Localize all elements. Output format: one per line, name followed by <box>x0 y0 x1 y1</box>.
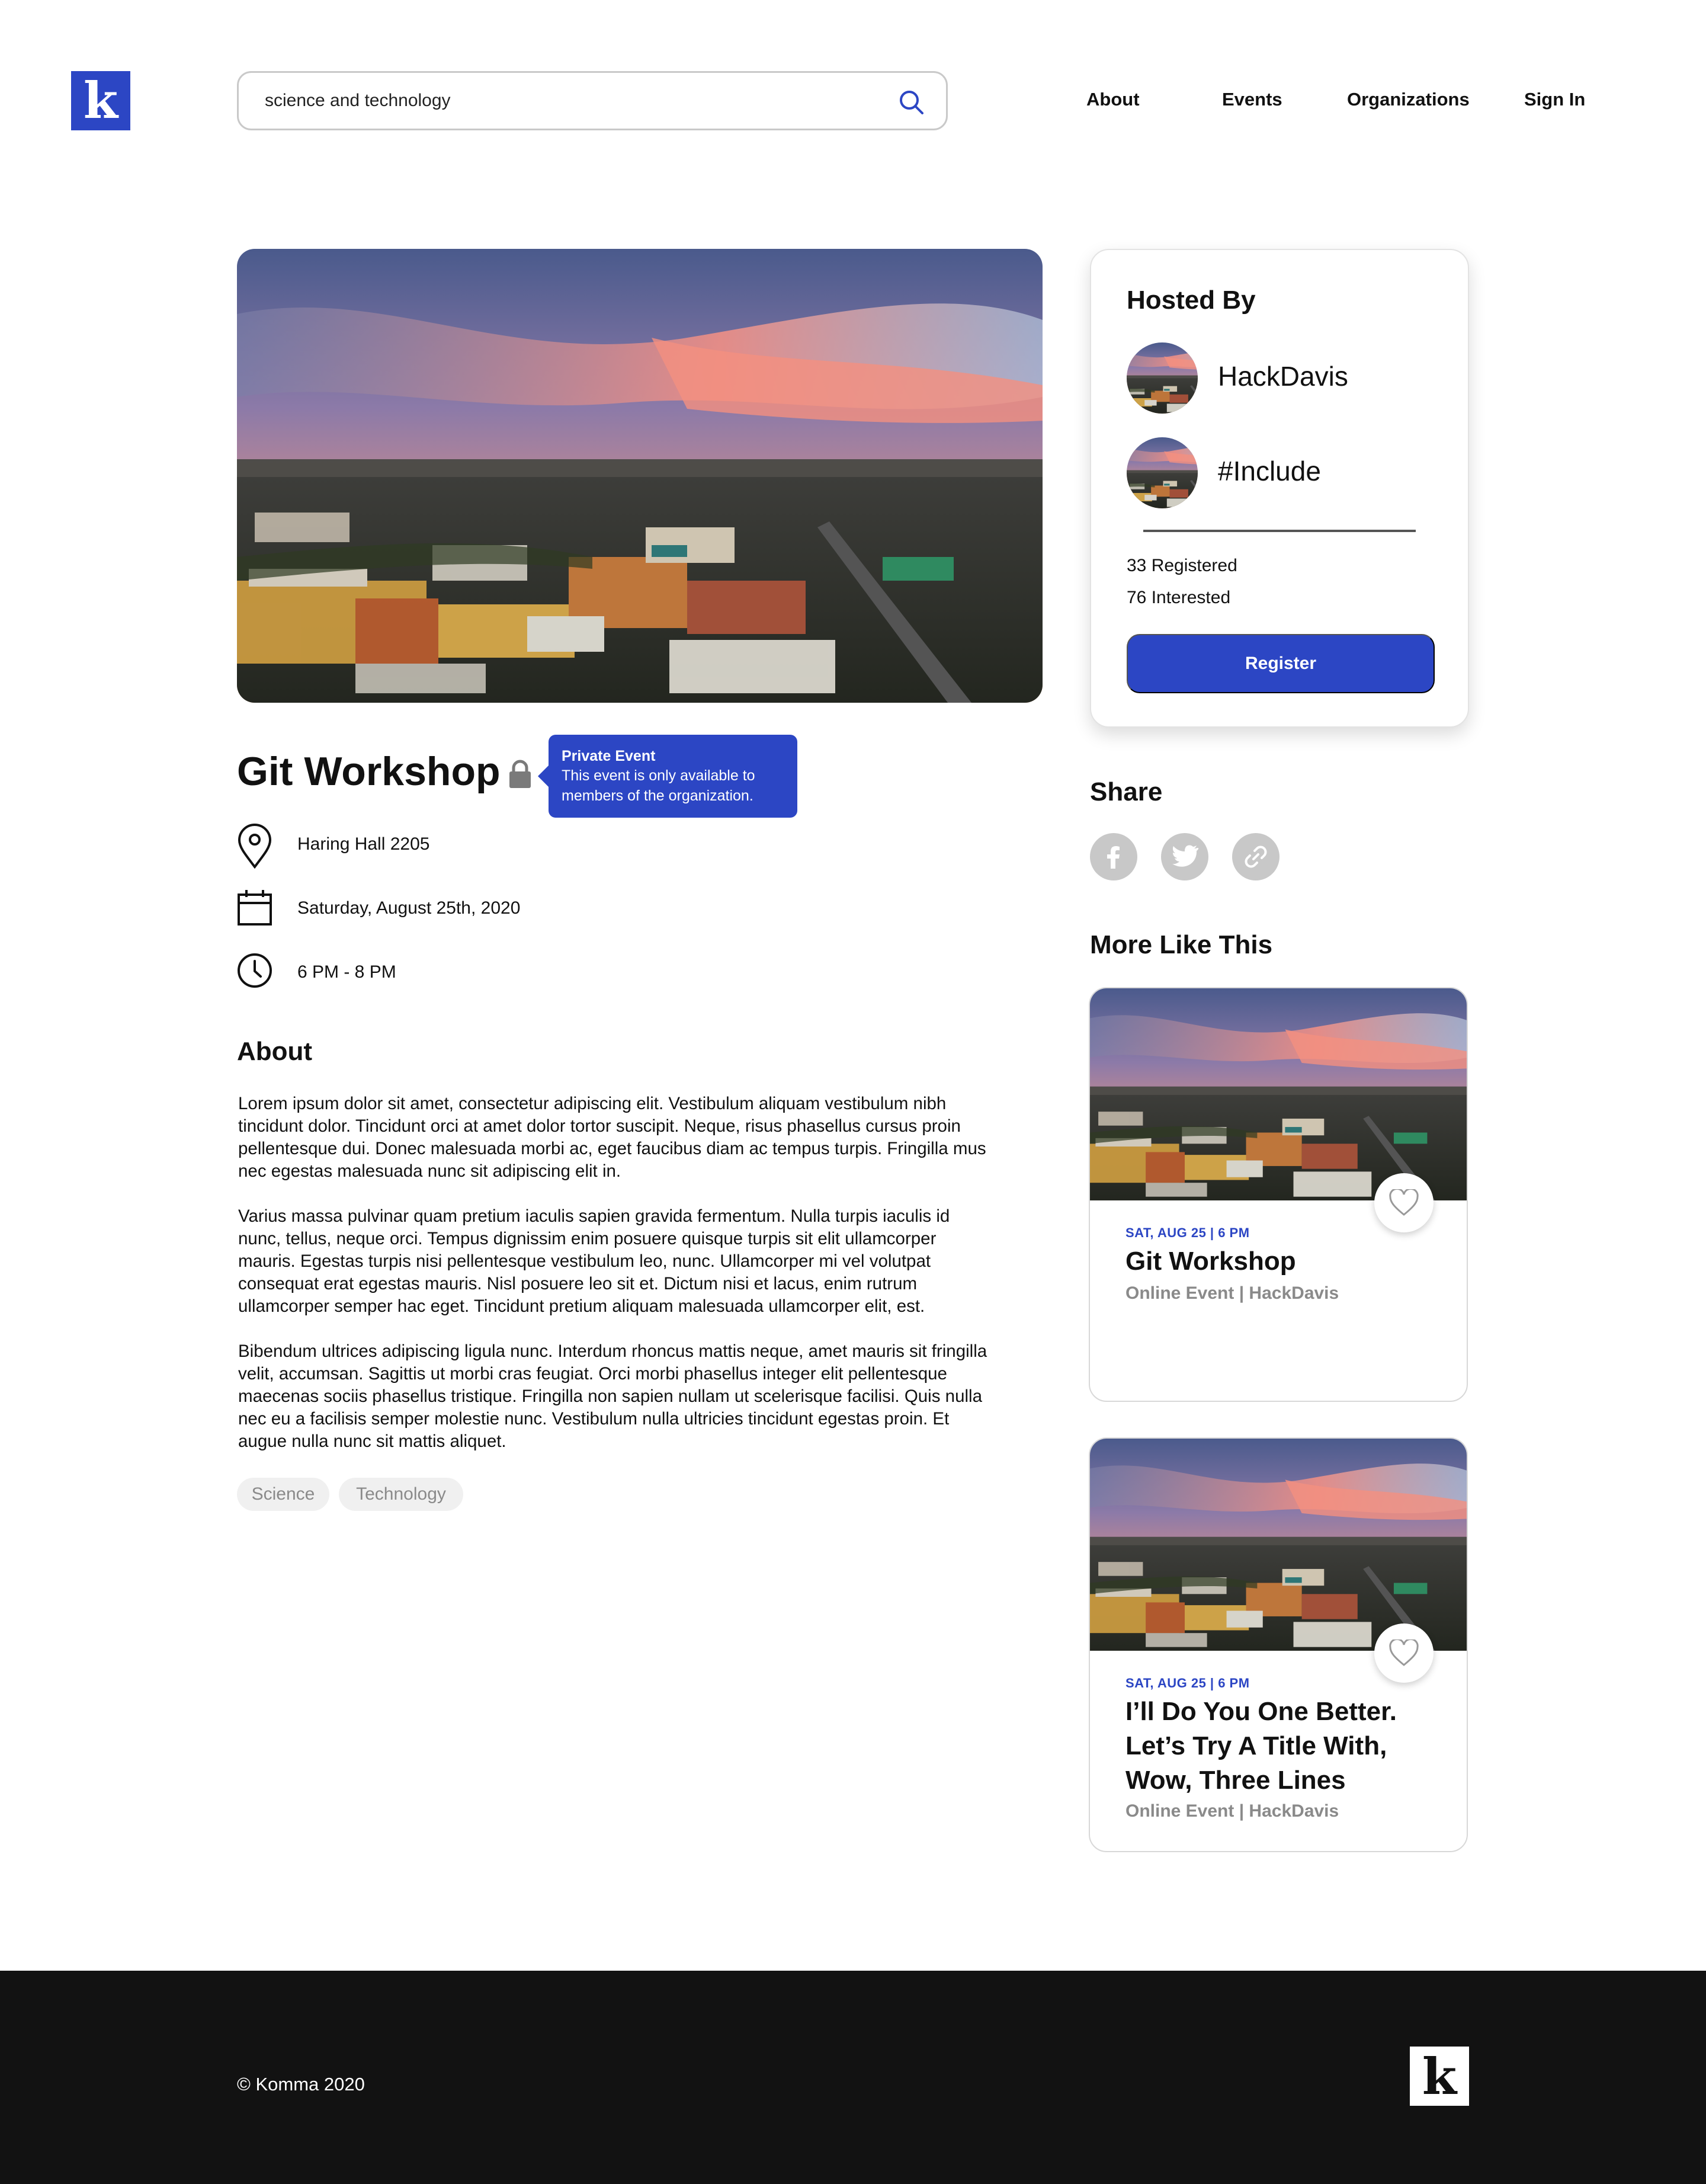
search-icon[interactable] <box>897 88 926 117</box>
private-event-tooltip: Private Event This event is only availab… <box>538 735 797 818</box>
event-time: 6 PM - 8 PM <box>297 962 396 982</box>
avatar[interactable] <box>1127 437 1198 508</box>
host-name-include[interactable]: #Include <box>1218 455 1321 487</box>
card-date: SAT, AUG 25 | 6 PM <box>1125 1676 1250 1690</box>
calendar-icon <box>238 890 272 926</box>
lock-icon[interactable] <box>508 760 532 789</box>
nav-sign-in[interactable]: Sign In <box>1524 89 1585 110</box>
card-subtitle: Online Event | HackDavis <box>1125 1801 1339 1821</box>
about-paragraph-1: Lorem ipsum dolor sit amet, consectetur … <box>238 1094 986 1181</box>
about-paragraph-3: Bibendum ultrices adipiscing ligula nunc… <box>238 1341 987 1451</box>
copyright: © Komma 2020 <box>237 2074 365 2095</box>
footer-logo[interactable]: k <box>1410 2047 1469 2106</box>
facebook-icon[interactable] <box>1090 833 1137 880</box>
card-subtitle: Online Event | HackDavis <box>1125 1283 1339 1303</box>
tooltip-line: This event is only available to <box>562 767 755 784</box>
nav-organizations[interactable]: Organizations <box>1347 89 1470 110</box>
card-date: SAT, AUG 25 | 6 PM <box>1125 1225 1250 1240</box>
avatar[interactable] <box>1127 342 1198 414</box>
heart-icon[interactable] <box>1374 1173 1434 1232</box>
heart-icon[interactable] <box>1374 1623 1434 1683</box>
nav-events[interactable]: Events <box>1222 89 1282 110</box>
search-bar[interactable]: science and technology <box>237 71 948 130</box>
card-title[interactable]: Git Workshop <box>1125 1244 1445 1279</box>
interested-count: 76 Interested <box>1127 588 1231 607</box>
divider <box>1143 530 1416 532</box>
event-card[interactable]: SAT, AUG 25 | 6 PM I’ll Do You One Bette… <box>1089 1437 1468 1852</box>
event-card-image <box>1090 988 1468 1200</box>
hosted-by-heading: Hosted By <box>1127 286 1256 315</box>
event-hero-image <box>237 249 1043 703</box>
event-title: Git Workshop <box>237 749 501 794</box>
card-title[interactable]: I’ll Do You One Better. Let’s Try A Titl… <box>1125 1695 1445 1798</box>
logo[interactable]: k <box>71 71 130 130</box>
about-paragraph-2: Varius massa pulvinar quam pretium iacul… <box>238 1206 950 1316</box>
more-like-this-heading: More Like This <box>1090 930 1273 959</box>
link-icon[interactable] <box>1232 833 1280 880</box>
host-name-hackdavis[interactable]: HackDavis <box>1218 360 1348 392</box>
tooltip-title: Private Event <box>562 748 656 764</box>
share-heading: Share <box>1090 777 1163 806</box>
nav-about[interactable]: About <box>1086 89 1140 110</box>
event-date: Saturday, August 25th, 2020 <box>297 898 521 918</box>
event-card[interactable]: SAT, AUG 25 | 6 PM Git Workshop Online E… <box>1089 987 1468 1402</box>
about-heading: About <box>237 1037 313 1066</box>
twitter-icon[interactable] <box>1161 833 1208 880</box>
event-card-image <box>1090 1439 1468 1651</box>
tag-technology[interactable]: Technology <box>339 1478 463 1511</box>
registered-count: 33 Registered <box>1127 556 1237 575</box>
event-location: Haring Hall 2205 <box>297 834 430 854</box>
tag-science[interactable]: Science <box>237 1478 329 1511</box>
search-input[interactable]: science and technology <box>265 91 451 111</box>
hosted-by-card: Hosted By HackDavis #Include 33 Register… <box>1090 249 1469 728</box>
clock-icon <box>238 953 272 988</box>
footer: © Komma 2020 k <box>0 1971 1706 2184</box>
location-pin-icon <box>238 824 272 869</box>
register-button[interactable]: Register <box>1127 634 1435 693</box>
tooltip-line: members of the organization. <box>562 787 753 804</box>
